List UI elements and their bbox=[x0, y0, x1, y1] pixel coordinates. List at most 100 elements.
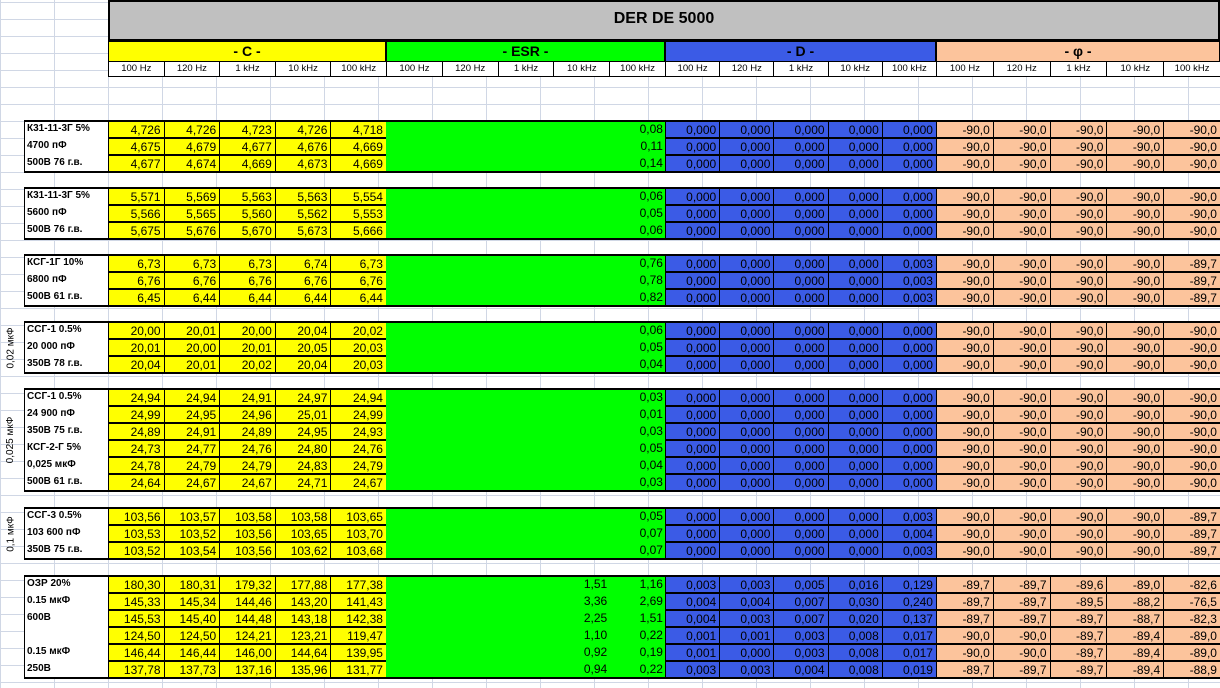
value-cell-esr[interactable] bbox=[497, 610, 555, 627]
value-cell-phi[interactable]: -90,0 bbox=[1106, 188, 1165, 205]
value-cell-d[interactable]: 0,003 bbox=[881, 508, 937, 525]
value-cell-esr[interactable]: 0,14 bbox=[609, 155, 666, 172]
value-cell-c[interactable]: 20,05 bbox=[274, 339, 332, 356]
value-cell-d[interactable]: 0,003 bbox=[719, 576, 775, 593]
frequency-header[interactable]: 10 kHz bbox=[553, 62, 610, 77]
value-cell-d[interactable]: 0,004 bbox=[881, 525, 937, 542]
row-label[interactable]: 20 000 пФ bbox=[24, 339, 108, 356]
value-cell-phi[interactable]: -90,0 bbox=[1163, 121, 1220, 138]
value-cell-d[interactable]: 0,000 bbox=[719, 457, 775, 474]
value-cell-d[interactable]: 0,000 bbox=[773, 423, 829, 440]
value-cell-phi[interactable]: -90,0 bbox=[992, 205, 1051, 222]
value-cell-c[interactable]: 4,723 bbox=[219, 121, 276, 138]
value-cell-d[interactable]: 0,000 bbox=[719, 289, 775, 306]
frequency-header[interactable]: 100 kHz bbox=[1163, 62, 1220, 77]
value-cell-d[interactable]: 0,000 bbox=[773, 289, 829, 306]
value-cell-d[interactable]: 0,000 bbox=[827, 457, 883, 474]
value-cell-phi[interactable]: -90,0 bbox=[992, 406, 1051, 423]
value-cell-esr[interactable] bbox=[497, 593, 555, 610]
value-cell-c[interactable]: 20,01 bbox=[163, 322, 221, 339]
value-cell-d[interactable]: 0,000 bbox=[881, 121, 937, 138]
value-cell-esr[interactable] bbox=[441, 440, 499, 457]
value-cell-phi[interactable]: -89,7 bbox=[936, 610, 994, 627]
value-cell-esr[interactable] bbox=[497, 138, 555, 155]
value-cell-esr[interactable] bbox=[553, 440, 611, 457]
value-cell-c[interactable]: 6,44 bbox=[163, 289, 221, 306]
value-cell-d[interactable]: 0,000 bbox=[827, 423, 883, 440]
frequency-header[interactable]: 100 Hz bbox=[386, 62, 442, 77]
value-cell-c[interactable]: 6,73 bbox=[330, 255, 387, 272]
value-cell-esr[interactable]: 1,51 bbox=[609, 610, 666, 627]
value-cell-phi[interactable]: -89,7 bbox=[1049, 610, 1108, 627]
value-cell-phi[interactable]: -90,0 bbox=[936, 440, 994, 457]
value-cell-d[interactable]: 0,000 bbox=[881, 356, 937, 373]
value-cell-phi[interactable]: -90,0 bbox=[992, 627, 1051, 644]
value-cell-phi[interactable]: -90,0 bbox=[1049, 339, 1108, 356]
value-cell-c[interactable]: 25,01 bbox=[274, 406, 332, 423]
value-cell-c[interactable]: 131,77 bbox=[330, 661, 387, 678]
value-cell-phi[interactable]: -89,4 bbox=[1106, 661, 1165, 678]
value-cell-d[interactable]: 0,000 bbox=[665, 121, 721, 138]
value-cell-phi[interactable]: -76,5 bbox=[1163, 593, 1220, 610]
value-cell-esr[interactable] bbox=[441, 406, 499, 423]
frequency-header[interactable]: 1 kHz bbox=[773, 62, 828, 77]
value-cell-c[interactable]: 137,78 bbox=[108, 661, 165, 678]
value-cell-esr[interactable] bbox=[386, 389, 443, 406]
value-cell-d[interactable]: 0,016 bbox=[827, 576, 883, 593]
value-cell-esr[interactable]: 0,22 bbox=[609, 627, 666, 644]
value-cell-d[interactable]: 0,000 bbox=[719, 188, 775, 205]
value-cell-esr[interactable] bbox=[553, 121, 611, 138]
value-cell-c[interactable]: 24,80 bbox=[274, 440, 332, 457]
value-cell-d[interactable]: 0,000 bbox=[719, 542, 775, 559]
value-cell-d[interactable]: 0,000 bbox=[665, 356, 721, 373]
value-cell-phi[interactable]: -90,0 bbox=[936, 222, 994, 239]
value-cell-phi[interactable]: -90,0 bbox=[1106, 440, 1165, 457]
value-cell-phi[interactable]: -90,0 bbox=[936, 474, 994, 491]
value-cell-phi[interactable]: -89,7 bbox=[1163, 525, 1220, 542]
value-cell-c[interactable]: 24,91 bbox=[163, 423, 221, 440]
value-cell-phi[interactable]: -90,0 bbox=[1049, 255, 1108, 272]
value-cell-esr[interactable] bbox=[386, 188, 443, 205]
value-cell-phi[interactable]: -90,0 bbox=[1049, 222, 1108, 239]
value-cell-d[interactable]: 0,003 bbox=[773, 627, 829, 644]
value-cell-phi[interactable]: -88,7 bbox=[1106, 610, 1165, 627]
row-label[interactable]: ССГ-1 0.5% bbox=[24, 322, 108, 339]
value-cell-phi[interactable]: -90,0 bbox=[1163, 389, 1220, 406]
value-cell-c[interactable]: 145,40 bbox=[163, 610, 221, 627]
value-cell-phi[interactable]: -90,0 bbox=[936, 423, 994, 440]
value-cell-esr[interactable] bbox=[497, 644, 555, 661]
value-cell-d[interactable]: 0,000 bbox=[719, 272, 775, 289]
value-cell-esr[interactable] bbox=[553, 423, 611, 440]
value-cell-d[interactable]: 0,000 bbox=[665, 389, 721, 406]
group-header-2[interactable]: - D - bbox=[665, 41, 936, 62]
row-label[interactable]: К31-11-3Г 5% bbox=[24, 121, 108, 138]
value-cell-phi[interactable]: -90,0 bbox=[1106, 272, 1165, 289]
frequency-header[interactable]: 10 kHz bbox=[1106, 62, 1164, 77]
value-cell-c[interactable]: 4,674 bbox=[163, 155, 221, 172]
row-label[interactable]: 350В 75 г.в. bbox=[24, 542, 108, 559]
value-cell-esr[interactable]: 3,36 bbox=[553, 593, 611, 610]
value-cell-c[interactable]: 24,67 bbox=[219, 474, 276, 491]
value-cell-d[interactable]: 0,004 bbox=[665, 610, 721, 627]
value-cell-c[interactable]: 143,20 bbox=[274, 593, 332, 610]
value-cell-d[interactable]: 0,000 bbox=[881, 389, 937, 406]
value-cell-c[interactable]: 24,83 bbox=[274, 457, 332, 474]
value-cell-d[interactable]: 0,000 bbox=[827, 389, 883, 406]
value-cell-phi[interactable]: -90,0 bbox=[1106, 222, 1165, 239]
value-cell-c[interactable]: 177,88 bbox=[274, 576, 332, 593]
value-cell-esr[interactable] bbox=[441, 525, 499, 542]
value-cell-esr[interactable] bbox=[386, 457, 443, 474]
value-cell-d[interactable]: 0,000 bbox=[773, 542, 829, 559]
value-cell-esr[interactable] bbox=[441, 339, 499, 356]
value-cell-c[interactable]: 103,52 bbox=[163, 525, 221, 542]
value-cell-d[interactable]: 0,000 bbox=[773, 205, 829, 222]
value-cell-d[interactable]: 0,000 bbox=[665, 322, 721, 339]
value-cell-esr[interactable]: 0,06 bbox=[609, 222, 666, 239]
value-cell-esr[interactable]: 0,11 bbox=[609, 138, 666, 155]
value-cell-d[interactable]: 0,000 bbox=[773, 138, 829, 155]
value-cell-phi[interactable]: -90,0 bbox=[992, 222, 1051, 239]
value-cell-phi[interactable]: -90,0 bbox=[936, 389, 994, 406]
value-cell-c[interactable]: 24,95 bbox=[163, 406, 221, 423]
value-cell-phi[interactable]: -90,0 bbox=[992, 138, 1051, 155]
value-cell-esr[interactable] bbox=[553, 255, 611, 272]
